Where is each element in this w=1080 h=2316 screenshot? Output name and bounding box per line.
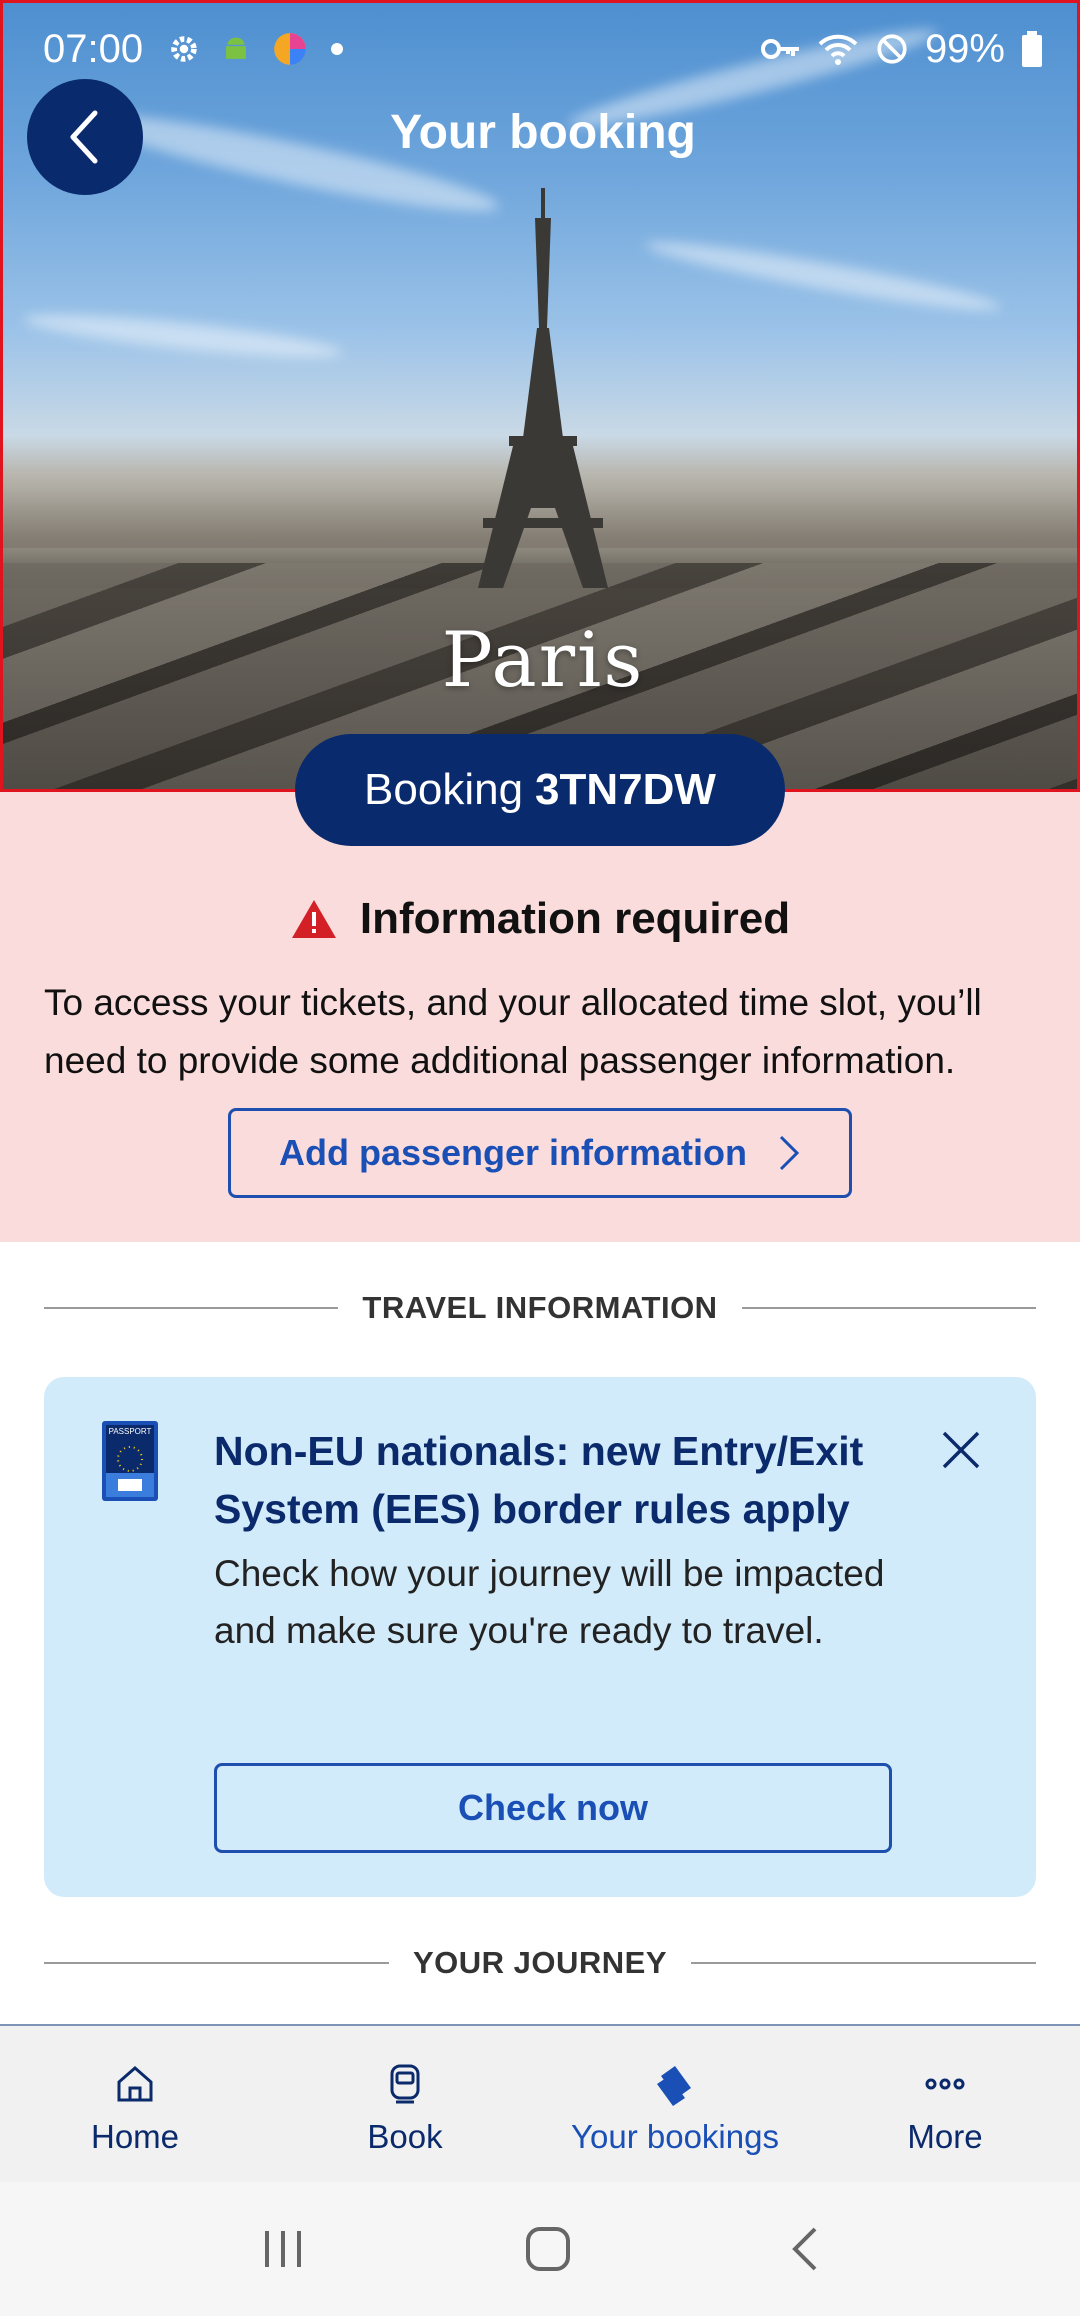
nav-item-your-bookings[interactable]: Your bookings xyxy=(540,2026,810,2182)
nav-label-more: More xyxy=(907,2118,983,2155)
add-passenger-information-button[interactable]: Add passenger information xyxy=(228,1108,852,1198)
section-heading-travel-information: TRAVEL INFORMATION xyxy=(362,1290,718,1325)
nav-label-book: Book xyxy=(367,2118,443,2155)
status-bar: 07:00 99% xyxy=(3,3,1077,95)
status-time: 07:00 xyxy=(43,26,144,71)
warning-icon xyxy=(291,900,336,938)
page-title: Your booking xyxy=(390,106,696,159)
recent-apps-icon[interactable] xyxy=(259,2227,307,2271)
block-icon xyxy=(877,34,907,64)
app-icon xyxy=(274,33,306,65)
passport-icon: PASSPORT xyxy=(102,1421,158,1501)
more-icon xyxy=(925,2078,965,2090)
eiffel-tower-illustration xyxy=(478,188,608,588)
back-system-icon[interactable] xyxy=(789,2225,821,2273)
train-icon xyxy=(390,2064,420,2104)
ees-info-card: PASSPORT Non-EU nationals: new Entry/Exi… xyxy=(44,1377,1036,1897)
ees-card-body: Check how your journey will be impacted … xyxy=(214,1553,885,1651)
passport-label: PASSPORT xyxy=(109,1427,152,1436)
check-now-button[interactable]: Check now xyxy=(214,1763,892,1853)
information-required-banner: Information required To access your tick… xyxy=(0,792,1080,1242)
settings-icon xyxy=(171,36,197,62)
dot-icon xyxy=(331,43,344,55)
section-heading-your-journey: YOUR JOURNEY xyxy=(412,1945,668,1980)
booking-reference: 3TN7DW xyxy=(535,765,716,814)
android-icon xyxy=(226,37,247,59)
your-journey-divider: YOUR JOURNEY xyxy=(44,1945,1037,1981)
wifi-icon xyxy=(818,34,858,65)
travel-information-divider: TRAVEL INFORMATION xyxy=(44,1290,1036,1326)
add-passenger-label: Add passenger information xyxy=(278,1132,748,1173)
battery-icon xyxy=(1022,31,1042,67)
key-icon xyxy=(760,39,799,59)
tickets-icon xyxy=(657,2066,691,2106)
alert-message: To access your tickets, and your allocat… xyxy=(44,982,982,1081)
system-navigation-bar xyxy=(0,2182,1080,2316)
nav-item-book[interactable]: Book xyxy=(270,2026,540,2182)
booking-label: Booking xyxy=(364,765,524,814)
nav-label-your-bookings: Your bookings xyxy=(571,2118,779,2155)
nav-item-home[interactable]: Home xyxy=(0,2026,270,2182)
ees-card-title: Non-EU nationals: new Entry/Exit System … xyxy=(214,1428,864,1532)
home-system-icon[interactable] xyxy=(524,2225,572,2273)
bottom-navigation: Home Book Your bookings More xyxy=(0,2024,1080,2182)
close-icon[interactable] xyxy=(936,1425,986,1475)
booking-reference-badge: Booking 3TN7DW xyxy=(295,734,785,846)
hero-image: 07:00 99% Your booking Paris xyxy=(0,0,1080,792)
nav-label-home: Home xyxy=(90,2118,180,2155)
battery-percent: 99% xyxy=(924,26,1005,71)
alert-title: Information required xyxy=(359,894,791,943)
destination-city: Paris xyxy=(441,615,645,704)
home-icon xyxy=(117,2066,153,2102)
nav-item-more[interactable]: More xyxy=(810,2026,1080,2182)
chevron-right-icon xyxy=(779,1135,800,1171)
